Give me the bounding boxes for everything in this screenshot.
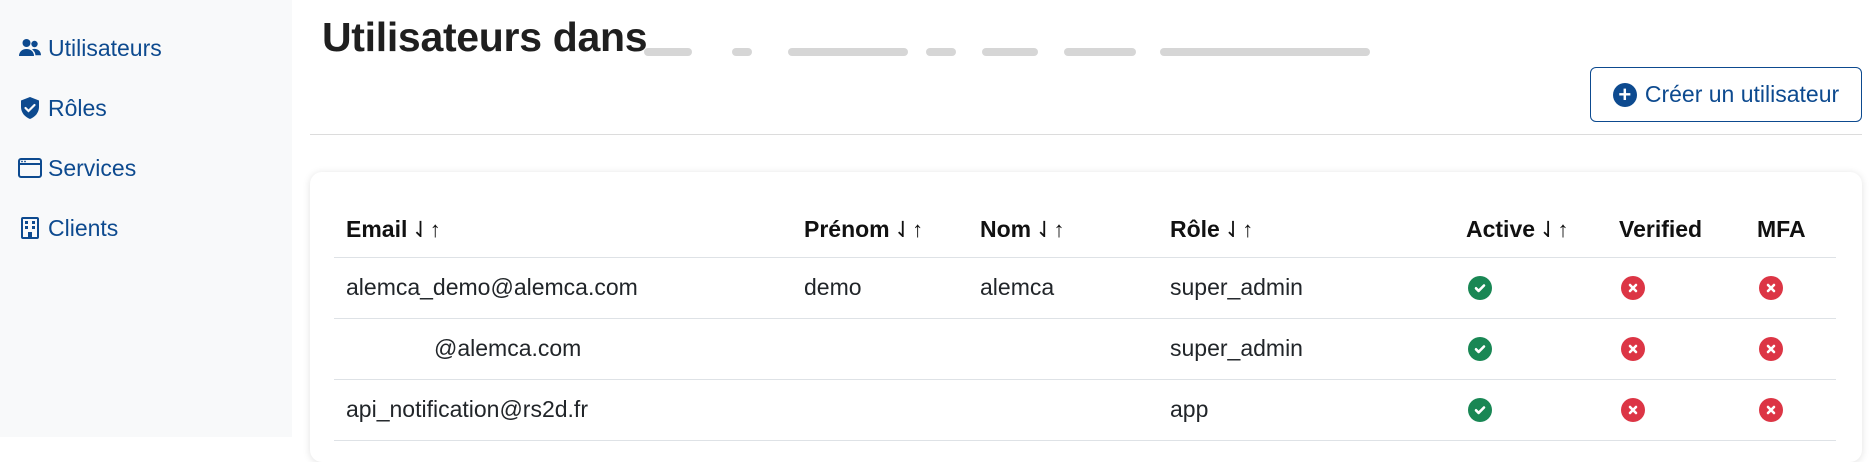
cell-active: [1454, 257, 1607, 319]
cell-prenom: [792, 379, 968, 441]
sidebar-item-label: Rôles: [48, 94, 107, 121]
cell-nom: [968, 318, 1158, 380]
table-row[interactable]: @alemca.com super_admin: [334, 318, 1836, 380]
cell-role: app: [1158, 379, 1454, 441]
x-circle-icon: [1621, 337, 1645, 361]
cell-verified: [1607, 318, 1745, 380]
main-content: Utilisateurs dans + Créer un utilisateur…: [292, 0, 1869, 462]
cell-active: [1454, 379, 1607, 441]
cell-mfa: [1745, 318, 1836, 380]
redacted-title-part: [644, 36, 1474, 62]
sidebar-item-label: Services: [48, 154, 137, 181]
window-icon: [16, 158, 44, 178]
divider: [310, 134, 1862, 135]
users-icon: [16, 38, 44, 58]
cell-email: alemca_demo@alemca.com: [334, 257, 792, 319]
shield-icon: [16, 97, 44, 119]
cell-mfa: [1745, 379, 1836, 441]
column-header-mfa: MFA: [1745, 202, 1836, 258]
create-user-button[interactable]: + Créer un utilisateur: [1590, 67, 1862, 122]
sidebar-item-utilisateurs[interactable]: Utilisateurs: [16, 30, 162, 66]
x-circle-icon: [1759, 276, 1783, 300]
sidebar-item-label: Clients: [48, 214, 119, 241]
cell-email: @alemca.com: [334, 318, 792, 380]
cell-nom: [968, 379, 1158, 441]
column-header-role[interactable]: Rôle ⇃↑: [1158, 202, 1454, 258]
x-circle-icon: [1759, 337, 1783, 361]
column-header-email[interactable]: Email ⇃↑: [334, 202, 792, 258]
column-header-active[interactable]: Active ⇃↑: [1454, 202, 1607, 258]
sort-icon: ⇃↑: [1223, 216, 1254, 242]
table-row[interactable]: api_notification@rs2d.fr app: [334, 379, 1836, 441]
cell-role: super_admin: [1158, 257, 1454, 319]
column-header-prenom[interactable]: Prénom ⇃↑: [792, 202, 968, 258]
cell-mfa: [1745, 257, 1836, 319]
sidebar-item-roles[interactable]: Rôles: [16, 90, 107, 126]
sidebar: Utilisateurs Rôles Services Clients: [0, 0, 292, 437]
plus-circle-icon: +: [1612, 82, 1637, 107]
table-header-row: Email ⇃↑ Prénom ⇃↑ Nom ⇃↑ Rôle ⇃↑ Active ⇃↑ V…: [334, 202, 1836, 258]
sort-icon: ⇃↑: [1539, 216, 1569, 242]
x-circle-icon: [1621, 398, 1645, 422]
column-header-nom[interactable]: Nom ⇃↑: [968, 202, 1158, 258]
column-header-verified: Verified: [1607, 202, 1745, 258]
users-card: Email ⇃↑ Prénom ⇃↑ Nom ⇃↑ Rôle ⇃↑ Active ⇃↑ V…: [310, 172, 1862, 462]
sidebar-item-clients[interactable]: Clients: [16, 210, 118, 246]
cell-role: super_admin: [1158, 318, 1454, 380]
x-circle-icon: [1621, 276, 1645, 300]
sort-icon: ⇃↑: [893, 216, 924, 242]
cell-verified: [1607, 379, 1745, 441]
check-circle-icon: [1468, 398, 1492, 422]
table-row[interactable]: alemca_demo@alemca.com demo alemca super_ad…: [334, 257, 1836, 319]
cell-active: [1454, 318, 1607, 380]
cell-prenom: [792, 318, 968, 380]
create-user-label: Créer un utilisateur: [1644, 81, 1840, 107]
cell-email: api_notification@rs2d.fr: [334, 379, 792, 441]
building-icon: [16, 217, 44, 239]
sidebar-item-services[interactable]: Services: [16, 150, 136, 186]
page-title: Utilisateurs dans: [322, 14, 648, 60]
cell-nom: alemca: [968, 257, 1158, 319]
check-circle-icon: [1468, 276, 1492, 300]
cell-verified: [1607, 257, 1745, 319]
sort-icon: ⇃↑: [411, 216, 441, 242]
sidebar-item-label: Utilisateurs: [48, 34, 162, 61]
sort-icon: ⇃↑: [1035, 216, 1065, 242]
users-table: Email ⇃↑ Prénom ⇃↑ Nom ⇃↑ Rôle ⇃↑ Active ⇃↑ V…: [334, 202, 1836, 441]
cell-prenom: demo: [792, 257, 968, 319]
check-circle-icon: [1468, 337, 1492, 361]
x-circle-icon: [1759, 398, 1783, 422]
